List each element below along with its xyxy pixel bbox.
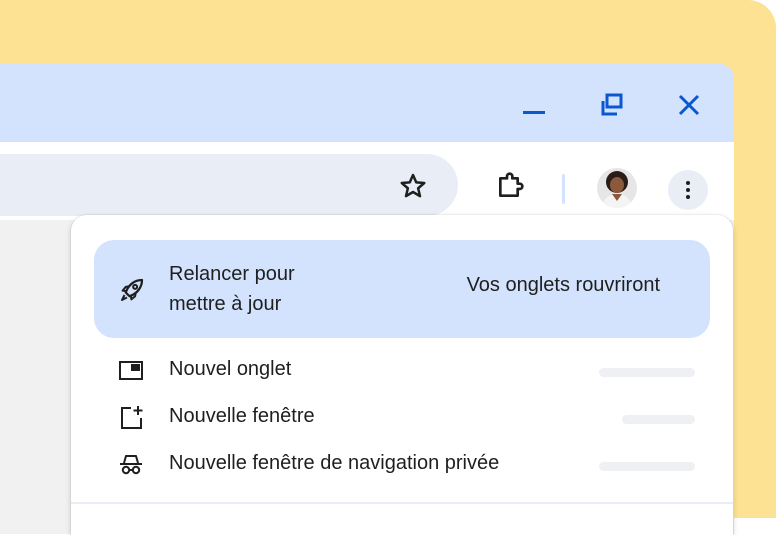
minimize-button[interactable] <box>519 90 549 120</box>
bookmark-button[interactable] <box>396 169 430 203</box>
puzzle-icon <box>499 172 524 197</box>
menu-item-label: Nouvelle fenêtre de navigation privée <box>169 452 500 474</box>
menu-item-incognito[interactable]: Nouvelle fenêtre de navigation privée <box>94 440 710 486</box>
star-icon <box>400 173 426 198</box>
extensions-button[interactable] <box>494 168 528 202</box>
minimize-icon <box>523 111 545 114</box>
close-icon <box>678 94 700 116</box>
close-button[interactable] <box>674 90 704 120</box>
relaunch-to-update-item[interactable]: Relancer pour mettre à jour Vos onglets … <box>94 240 710 338</box>
shortcut-placeholder <box>599 368 695 377</box>
menu-button[interactable] <box>668 170 708 210</box>
restore-icon <box>601 93 623 116</box>
address-bar[interactable] <box>0 154 458 216</box>
kebab-dot <box>686 181 690 185</box>
shortcut-placeholder <box>599 462 695 471</box>
avatar-icon <box>597 168 637 208</box>
menu-item-new-window[interactable]: Nouvelle fenêtre <box>94 393 710 439</box>
kebab-dot <box>686 188 690 192</box>
incognito-icon <box>120 455 142 475</box>
menu-item-label: Nouvelle fenêtre <box>169 405 315 427</box>
restore-button[interactable] <box>597 90 627 120</box>
menu-item-label: Nouvel onglet <box>169 358 292 380</box>
toolbar-separator <box>562 174 565 204</box>
new-window-icon <box>121 406 143 429</box>
new-tab-icon <box>119 361 143 380</box>
rocket-icon <box>121 278 144 301</box>
relaunch-label: Relancer pour mettre à jour <box>169 263 295 315</box>
menu-divider <box>71 502 733 504</box>
relaunch-subtext: Vos onglets rouvriront <box>466 274 660 296</box>
chrome-menu: Relancer pour mettre à jour Vos onglets … <box>71 215 733 535</box>
profile-avatar[interactable] <box>597 168 637 208</box>
menu-item-new-tab[interactable]: Nouvel onglet <box>94 346 710 392</box>
kebab-dot <box>686 195 690 199</box>
shortcut-placeholder <box>622 415 695 424</box>
